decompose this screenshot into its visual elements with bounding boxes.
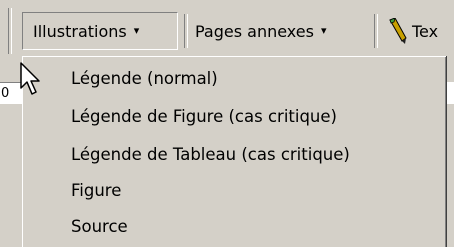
document-ruler: 0 xyxy=(0,82,22,104)
texte-label: Tex xyxy=(412,21,439,41)
texte-button[interactable]: Tex xyxy=(386,12,454,50)
pages-annexes-menu-button[interactable]: Pages annexes ▾ xyxy=(195,12,375,50)
document-edge xyxy=(446,82,454,104)
menu-item-source[interactable]: Source xyxy=(71,211,128,243)
pages-annexes-label: Pages annexes xyxy=(195,21,314,41)
menu-item-figure[interactable]: Figure xyxy=(71,175,121,207)
chevron-down-icon: ▾ xyxy=(133,23,140,37)
mouse-pointer-icon xyxy=(20,62,40,95)
toolbar-separator xyxy=(374,14,378,48)
menu-item-legende-figure[interactable]: Légende de Figure (cas critique) xyxy=(71,101,337,133)
menu-item-legende-normal[interactable]: Légende (normal) xyxy=(71,63,218,95)
toolbar-separator xyxy=(184,14,188,48)
illustrations-dropdown-menu: Légende (normal) Légende de Figure (cas … xyxy=(22,56,446,247)
chevron-down-icon: ▾ xyxy=(320,23,327,37)
illustrations-menu-button[interactable]: Illustrations ▾ xyxy=(22,12,178,50)
toolbar: Illustrations ▾ Pages annexes ▾ Tex xyxy=(0,0,454,62)
pencil-icon xyxy=(389,18,407,44)
ruler-number: 0 xyxy=(1,86,10,101)
illustrations-label: Illustrations xyxy=(33,21,127,41)
toolbar-grip xyxy=(8,8,12,54)
menu-item-legende-tableau[interactable]: Légende de Tableau (cas critique) xyxy=(71,139,350,171)
